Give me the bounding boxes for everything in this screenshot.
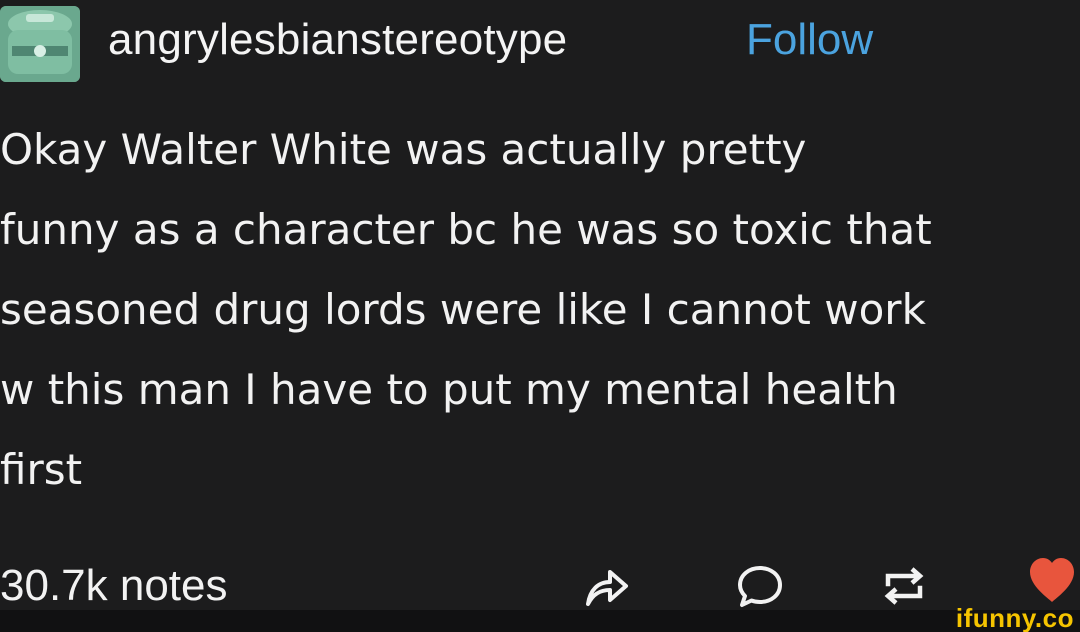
share-icon	[586, 570, 628, 606]
heart-icon	[1030, 558, 1074, 602]
reply-button[interactable]	[734, 560, 786, 612]
post-header: angrylesbianstereotype Follow	[0, 0, 1080, 86]
like-button[interactable]	[1024, 552, 1080, 608]
username[interactable]: angrylesbianstereotype	[108, 12, 567, 68]
post-text-line: first	[0, 445, 83, 494]
post-text-line: seasoned drug lords were like I cannot w…	[0, 285, 926, 334]
post-text-line: funny as a character bc he was so toxic …	[0, 205, 932, 254]
notes-count[interactable]: 30.7k notes	[0, 558, 228, 614]
ifunny-watermark: ifunny.co	[955, 603, 1074, 632]
reply-icon	[738, 566, 782, 607]
share-button[interactable]	[580, 560, 632, 612]
avatar-image	[0, 6, 80, 82]
watermark-bar: ifunny.co	[0, 604, 1080, 632]
follow-button[interactable]: Follow	[746, 12, 873, 68]
avatar[interactable]	[0, 6, 80, 82]
reblog-icon	[884, 567, 924, 605]
reblog-button[interactable]	[878, 560, 930, 612]
post-text-line: Okay Walter White was actually pretty	[0, 125, 807, 174]
tumblr-post-screenshot: angrylesbianstereotype Follow Okay Walte…	[0, 0, 1080, 632]
post-text-line: w this man I have to put my mental healt…	[0, 365, 898, 414]
post-body: Okay Walter White was actually pretty fu…	[0, 110, 1080, 510]
